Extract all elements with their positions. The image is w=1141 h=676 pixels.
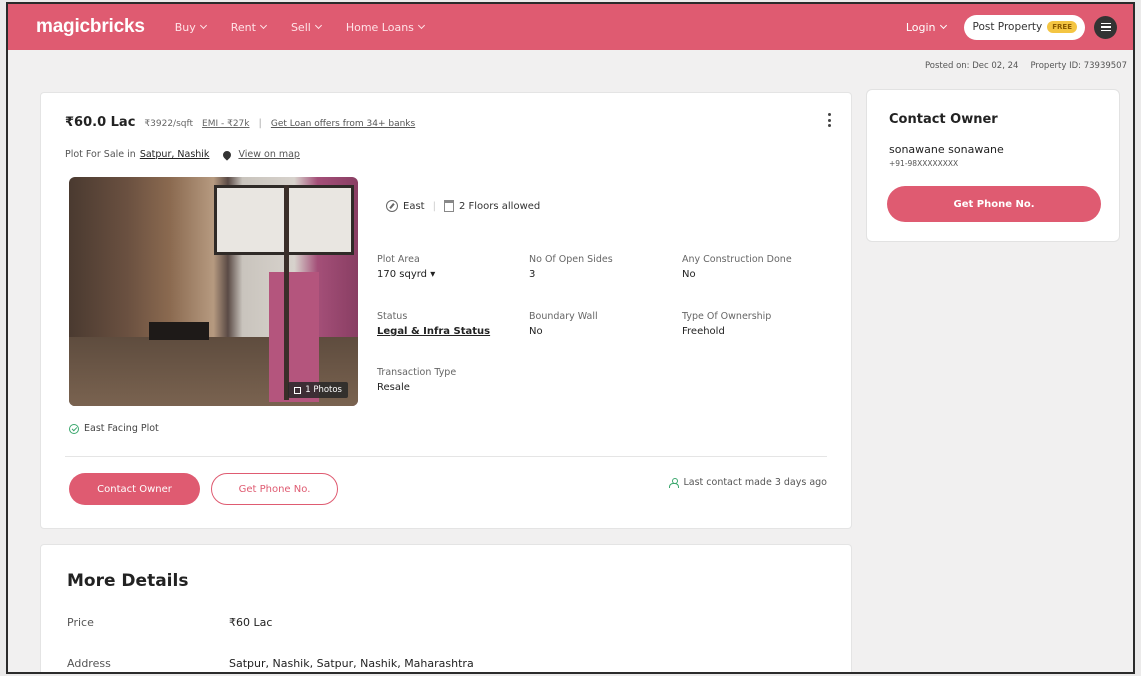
emi-link[interactable]: EMI - ₹27k: [202, 119, 249, 129]
main-nav: Buy Rent Sell Home Loans: [175, 21, 425, 34]
owner-get-phone-button[interactable]: Get Phone No.: [887, 186, 1101, 222]
owner-phone-masked: +91-98XXXXXXXX: [889, 159, 959, 168]
post-property-button[interactable]: Post Property FREE: [963, 14, 1085, 40]
legal-infra-status-link[interactable]: Legal & Infra Status: [377, 326, 490, 337]
more-details-title: More Details: [67, 571, 189, 591]
more-details-card: More Details Price ₹60 Lac Address Satpu…: [40, 544, 852, 672]
hamburger-menu-button[interactable]: [1094, 15, 1117, 39]
detail-boundary-wall: Boundary Wall No: [529, 311, 598, 337]
contact-owner-card: Contact Owner sonawane sonawane +91-98XX…: [866, 89, 1120, 242]
property-id: Property ID: 73939507: [1030, 61, 1127, 71]
contact-owner-button[interactable]: Contact Owner: [69, 473, 200, 505]
facing-value: East: [403, 200, 425, 212]
listing-card: ₹60.0 Lac ₹3922/sqft EMI - ₹27k | Get Lo…: [40, 92, 852, 529]
building-icon: [443, 200, 454, 212]
top-navbar: magicbricks Buy Rent Sell Home Loans Log…: [8, 4, 1133, 50]
compass-icon: [386, 200, 398, 212]
nav-sell[interactable]: Sell: [291, 21, 322, 34]
separator: |: [258, 118, 262, 129]
photo-count-badge[interactable]: 1 Photos: [288, 382, 348, 398]
magicbricks-logo[interactable]: magicbricks: [36, 16, 145, 38]
price-per-sqft: ₹3922/sqft: [144, 119, 194, 129]
location-row: Plot For Sale in Satpur, Nashik View on …: [65, 148, 300, 161]
detail-open-sides: No Of Open Sides 3: [529, 254, 613, 280]
price-row: ₹60.0 Lac ₹3922/sqft EMI - ₹27k | Get Lo…: [65, 115, 415, 130]
contact-owner-title: Contact Owner: [889, 112, 998, 127]
free-badge: FREE: [1047, 21, 1077, 33]
posted-on: Posted on: Dec 02, 24: [924, 61, 1019, 71]
price: ₹60.0 Lac: [65, 115, 136, 130]
browser-frame: magicbricks Buy Rent Sell Home Loans Log…: [6, 2, 1135, 674]
owner-name: sonawane sonawane: [889, 143, 1004, 156]
login-dropdown[interactable]: Login: [906, 21, 947, 34]
check-circle-icon: [69, 423, 79, 434]
property-photo[interactable]: 1 Photos: [69, 177, 358, 406]
floors-allowed: 2 Floors allowed: [458, 200, 541, 212]
view-on-map-link[interactable]: View on map: [238, 149, 300, 160]
detail-ownership: Type Of Ownership Freehold: [682, 311, 772, 337]
get-phone-button[interactable]: Get Phone No.: [211, 473, 338, 505]
menu-icon: [1100, 22, 1111, 25]
last-contact-info: Last contact made 3 days ago: [669, 477, 827, 488]
more-details-price-row: Price ₹60 Lac: [67, 616, 273, 629]
person-icon: [669, 478, 680, 488]
kebab-icon: [828, 113, 831, 116]
chevron-down-icon: [199, 21, 207, 30]
chevron-down-icon: [259, 21, 267, 30]
detail-construction: Any Construction Done No: [682, 254, 792, 280]
divider: [65, 456, 827, 457]
detail-status: Status Legal & Infra Status: [377, 311, 491, 337]
nav-buy[interactable]: Buy: [175, 21, 207, 34]
gallery-icon: [294, 386, 302, 394]
chevron-down-icon: [939, 21, 947, 30]
facing-row: East | 2 Floors allowed: [386, 200, 540, 212]
location-link[interactable]: Satpur, Nashik: [140, 149, 210, 160]
detail-plot-area: Plot Area 170 sqyrd ▾: [377, 254, 436, 280]
more-details-address-row: Address Satpur, Nashik, Satpur, Nashik, …: [67, 657, 474, 670]
more-options-button[interactable]: [828, 113, 831, 127]
nav-rent[interactable]: Rent: [231, 21, 267, 34]
detail-transaction-type: Transaction Type Resale: [377, 367, 457, 393]
chevron-down-icon: [417, 21, 425, 30]
nav-home-loans[interactable]: Home Loans: [346, 21, 425, 34]
east-facing-highlight: East Facing Plot: [69, 423, 159, 434]
chevron-down-icon: [314, 21, 322, 30]
loan-offers-link[interactable]: Get Loan offers from 34+ banks: [271, 119, 415, 129]
header-right: Login Post Property FREE: [906, 14, 1117, 40]
posted-info: Posted on: Dec 02, 24 Property ID: 73939…: [925, 61, 1127, 71]
map-pin-icon: [221, 148, 234, 161]
